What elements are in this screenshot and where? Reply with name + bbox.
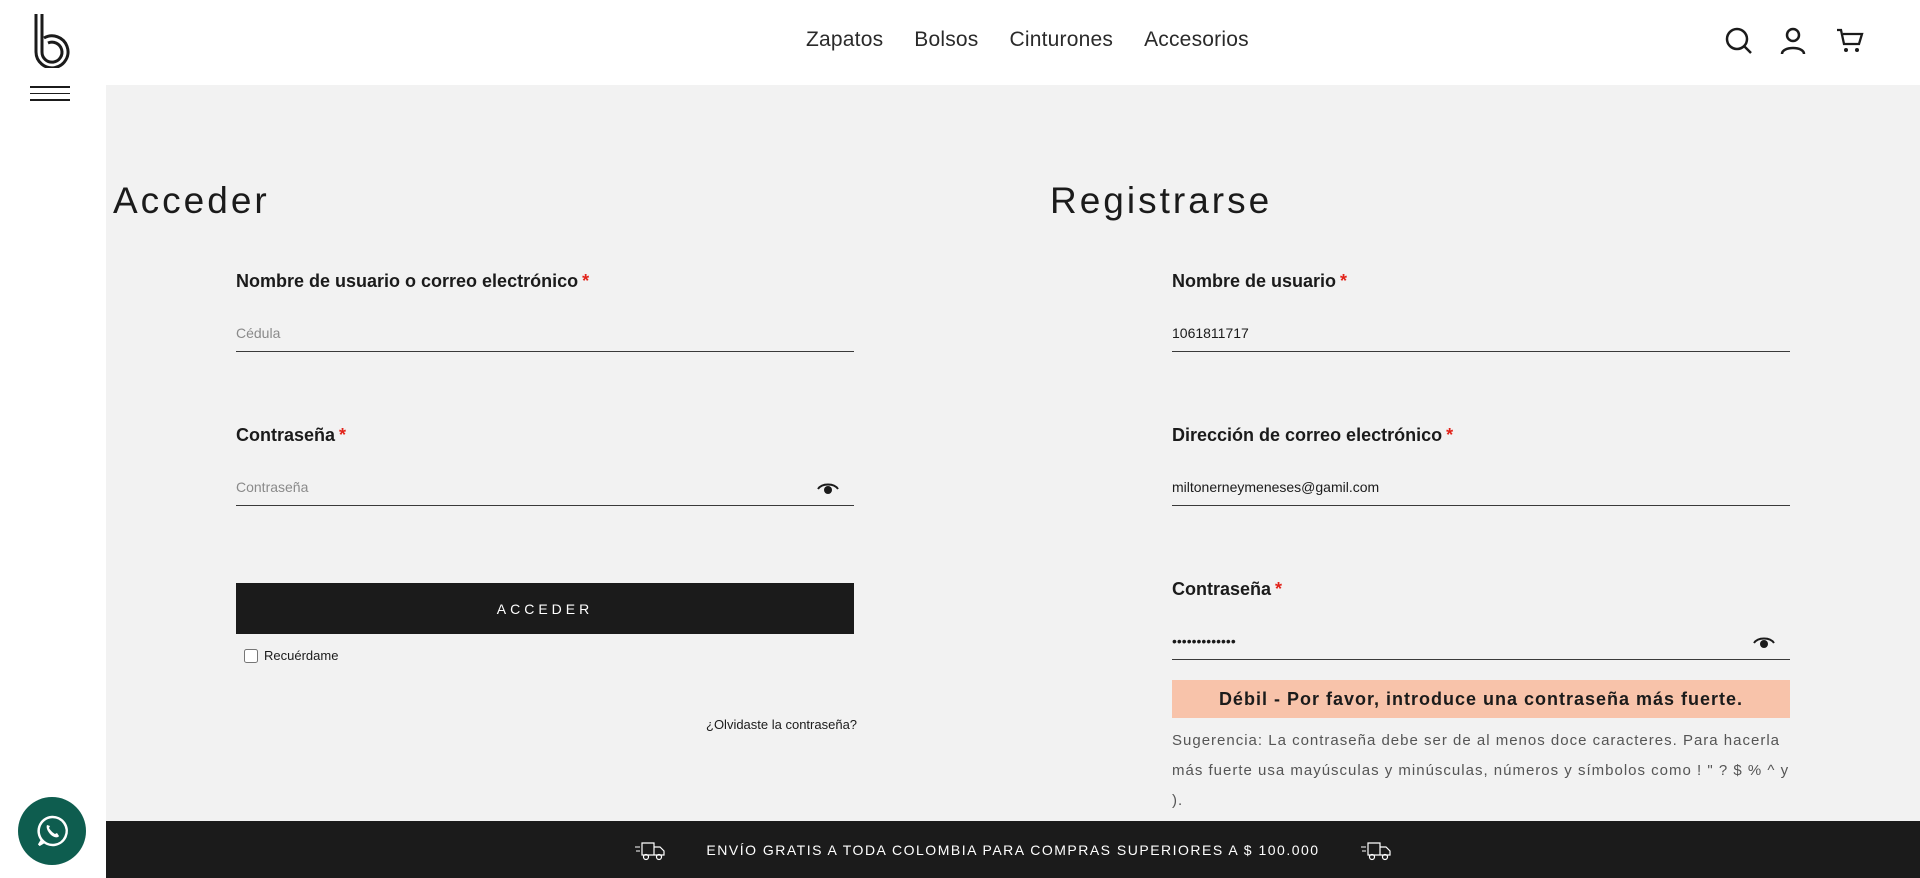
- show-password-eye-icon[interactable]: [817, 482, 839, 496]
- register-password-label: Contraseña *: [1172, 579, 1283, 599]
- register-username-label: Nombre de usuario *: [1172, 271, 1348, 291]
- user-icon[interactable]: [1778, 26, 1808, 56]
- login-password-label: Contraseña *: [236, 425, 347, 445]
- main-nav: Zapatos Bolsos Cinturones Accesorios: [806, 28, 1249, 52]
- login-password-input[interactable]: [236, 468, 854, 506]
- password-strength-meter: Débil - Por favor, introduce una contras…: [1172, 680, 1790, 718]
- nav-item-bolsos[interactable]: Bolsos: [914, 28, 978, 52]
- nav-item-accesorios[interactable]: Accesorios: [1144, 28, 1249, 52]
- account-main: Acceder Nombre de usuario o correo elect…: [106, 85, 1920, 821]
- search-icon[interactable]: [1724, 26, 1754, 56]
- menu-hamburger-icon[interactable]: [30, 86, 70, 106]
- free-shipping-bar: ENVÍO GRATIS A TODA COLOMBIA PARA COMPRA…: [106, 821, 1920, 878]
- register-show-password-eye-icon[interactable]: [1753, 636, 1775, 650]
- whatsapp-button[interactable]: [18, 797, 86, 865]
- forgot-password-link[interactable]: ¿Olvidaste la contraseña?: [706, 717, 857, 732]
- b-logo-icon[interactable]: [30, 12, 72, 70]
- left-rail: [0, 0, 106, 878]
- delivery-truck-icon: [635, 841, 666, 860]
- login-submit-button[interactable]: ACCEDER: [236, 583, 854, 634]
- register-password-input[interactable]: [1172, 622, 1790, 660]
- login-username-label: Nombre de usuario o correo electrónico *: [236, 271, 590, 291]
- remember-me-label: Recuérdame: [264, 648, 339, 663]
- free-shipping-text: ENVÍO GRATIS A TODA COLOMBIA PARA COMPRA…: [706, 841, 1320, 858]
- site-header: Zapatos Bolsos Cinturones Accesorios: [106, 0, 1920, 85]
- remember-me-checkbox[interactable]: [244, 648, 258, 663]
- login-title: Acceder: [113, 180, 270, 221]
- register-email-label: Dirección de correo electrónico *: [1172, 425, 1454, 445]
- nav-item-cinturones[interactable]: Cinturones: [1010, 28, 1114, 52]
- password-hint: Sugerencia: La contraseña debe ser de al…: [1172, 732, 1790, 809]
- delivery-truck-icon: [1360, 841, 1391, 860]
- nav-item-zapatos[interactable]: Zapatos: [806, 28, 883, 52]
- register-title: Registrarse: [1050, 180, 1273, 221]
- cart-icon[interactable]: [1835, 26, 1865, 56]
- register-username-input[interactable]: [1172, 314, 1790, 352]
- remember-me[interactable]: Recuérdame: [244, 648, 338, 663]
- register-email-input[interactable]: [1172, 468, 1790, 506]
- whatsapp-icon: [37, 815, 68, 847]
- login-username-input[interactable]: [236, 314, 854, 352]
